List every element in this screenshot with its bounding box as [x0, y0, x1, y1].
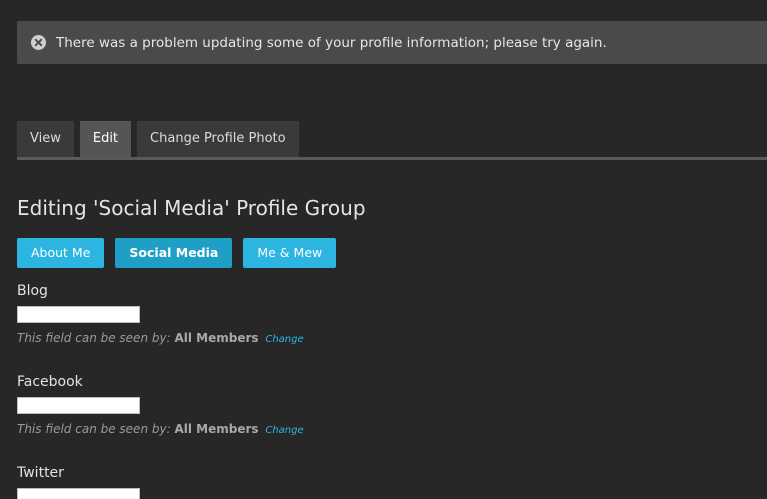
profile-tabs: View Edit Change Profile Photo — [17, 121, 305, 157]
profile-edit-page: There was a problem updating some of you… — [0, 0, 767, 499]
blog-input[interactable] — [17, 306, 140, 323]
close-circle-icon — [31, 35, 46, 50]
visibility-lead: This field can be seen by: — [17, 331, 171, 345]
field-blog: Blog This field can be seen by: All Memb… — [17, 283, 304, 345]
change-visibility-link[interactable]: Change — [265, 334, 303, 345]
visibility-level: All Members — [174, 422, 259, 436]
tab-view[interactable]: View — [17, 121, 74, 157]
twitter-input[interactable] — [17, 488, 140, 499]
field-label: Blog — [17, 283, 48, 299]
visibility-level: All Members — [174, 331, 259, 345]
page-title: Editing 'Social Media' Profile Group — [17, 196, 366, 220]
group-button-me-and-mew[interactable]: Me & Mew — [243, 238, 337, 268]
tabs-divider — [17, 157, 767, 160]
visibility-lead: This field can be seen by: — [17, 422, 171, 436]
error-notice: There was a problem updating some of you… — [17, 21, 767, 64]
change-visibility-link[interactable]: Change — [265, 425, 303, 436]
field-label: Twitter — [17, 465, 64, 481]
group-button-social-media[interactable]: Social Media — [115, 238, 233, 268]
facebook-input[interactable] — [17, 397, 140, 414]
profile-group-nav: About Me Social Media Me & Mew — [17, 238, 347, 268]
field-label: Facebook — [17, 374, 83, 390]
tab-edit[interactable]: Edit — [79, 121, 132, 157]
error-notice-message: There was a problem updating some of you… — [56, 34, 607, 51]
tab-change-profile-photo[interactable]: Change Profile Photo — [137, 121, 299, 157]
field-visibility: This field can be seen by: All Members C… — [17, 422, 304, 436]
field-twitter: Twitter — [17, 465, 140, 499]
group-button-about-me[interactable]: About Me — [17, 238, 105, 268]
field-facebook: Facebook This field can be seen by: All … — [17, 374, 304, 436]
field-visibility: This field can be seen by: All Members C… — [17, 331, 304, 345]
